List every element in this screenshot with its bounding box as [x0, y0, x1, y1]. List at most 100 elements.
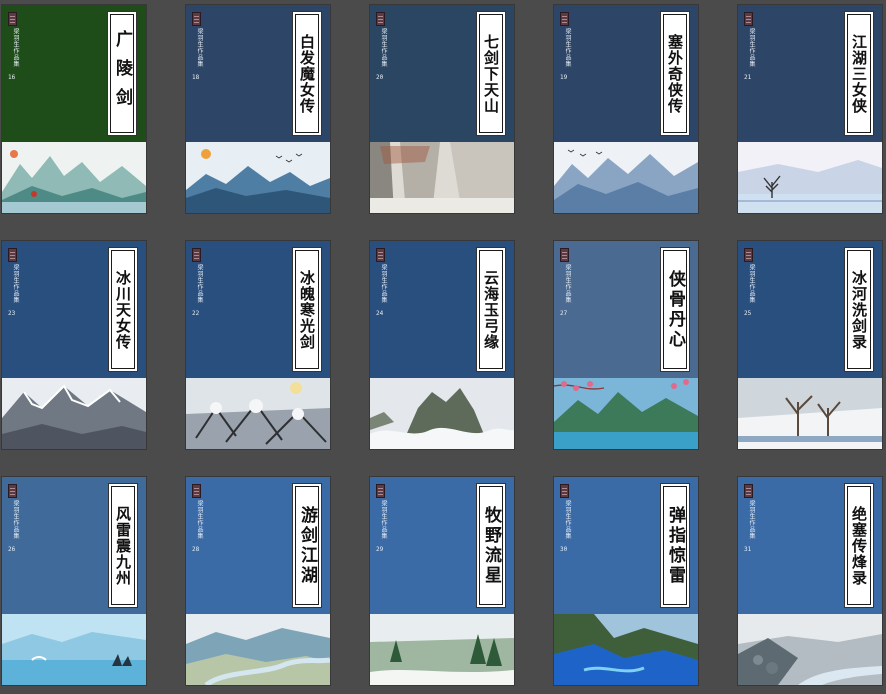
title-label-box: 牧野流星 — [479, 486, 503, 605]
book-title: 广陵剑 — [112, 30, 132, 117]
volume-number: 25 — [744, 310, 752, 317]
volume-number: 20 — [376, 74, 384, 81]
book-cover[interactable]: 梁羽生作品集 21 江湖三女侠 — [738, 5, 882, 213]
volume-number: 22 — [192, 310, 200, 317]
title-label-box: 冰河洗剑录 — [847, 250, 871, 369]
landscape-image — [554, 142, 698, 213]
publisher-seal-icon — [744, 484, 753, 498]
cover-illustration — [2, 142, 146, 213]
publisher-seal-icon — [560, 12, 569, 26]
landscape-image — [554, 378, 698, 449]
volume-number: 31 — [744, 546, 752, 553]
cover-background: 梁羽生作品集 28 游剑江湖 — [186, 477, 330, 614]
book-title: 弹指惊雷 — [665, 505, 685, 586]
book-cover[interactable]: 梁羽生作品集 18 白发魔女传 — [186, 5, 330, 213]
cover-illustration — [186, 614, 330, 685]
publisher-seal-icon — [192, 484, 201, 498]
book-cover[interactable]: 梁羽生作品集 26 风雷震九州 — [2, 477, 146, 685]
series-label: 梁羽生作品集 — [12, 500, 19, 539]
title-label-box: 绝塞传烽录 — [847, 486, 871, 605]
cover-illustration — [738, 142, 882, 213]
cover-background: 梁羽生作品集 18 白发魔女传 — [186, 5, 330, 142]
title-label-box: 侠骨丹心 — [663, 250, 687, 369]
cover-background: 梁羽生作品集 21 江湖三女侠 — [738, 5, 882, 142]
cover-illustration — [370, 142, 514, 213]
book-title: 冰川天女传 — [114, 269, 132, 350]
book-cover[interactable]: 梁羽生作品集 25 冰河洗剑录 — [738, 241, 882, 449]
volume-number: 24 — [376, 310, 384, 317]
publisher-seal-icon — [8, 484, 17, 498]
landscape-image — [738, 614, 882, 685]
cover-background: 梁羽生作品集 16 广陵剑 — [2, 5, 146, 142]
volume-number: 27 — [560, 310, 568, 317]
cover-illustration — [554, 614, 698, 685]
publisher-seal-icon — [8, 12, 17, 26]
series-label: 梁羽生作品集 — [748, 28, 755, 67]
cover-background: 梁羽生作品集 26 风雷震九州 — [2, 477, 146, 614]
book-cover[interactable]: 梁羽生作品集 22 冰魄寒光剑 — [186, 241, 330, 449]
series-label: 梁羽生作品集 — [196, 500, 203, 539]
publisher-seal-icon — [192, 12, 201, 26]
cover-illustration — [738, 614, 882, 685]
volume-number: 18 — [192, 74, 200, 81]
cover-background: 梁羽生作品集 31 绝塞传烽录 — [738, 477, 882, 614]
landscape-image — [2, 142, 146, 213]
volume-number: 26 — [8, 546, 16, 553]
series-label: 梁羽生作品集 — [564, 28, 571, 67]
cover-background: 梁羽生作品集 27 侠骨丹心 — [554, 241, 698, 378]
series-label: 梁羽生作品集 — [196, 264, 203, 303]
book-cover[interactable]: 梁羽生作品集 24 云海玉弓缘 — [370, 241, 514, 449]
series-label: 梁羽生作品集 — [748, 264, 755, 303]
landscape-image — [370, 614, 514, 685]
book-cover[interactable]: 梁羽生作品集 16 广陵剑 — [2, 5, 146, 213]
volume-number: 30 — [560, 546, 568, 553]
cover-background: 梁羽生作品集 20 七剑下天山 — [370, 5, 514, 142]
book-cover[interactable]: 梁羽生作品集 31 绝塞传烽录 — [738, 477, 882, 685]
landscape-image — [2, 378, 146, 449]
publisher-seal-icon — [192, 248, 201, 262]
title-label-box: 冰川天女传 — [111, 250, 135, 369]
book-cover[interactable]: 梁羽生作品集 29 牧野流星 — [370, 477, 514, 685]
title-label-box: 冰魄寒光剑 — [295, 250, 319, 369]
title-label-box: 游剑江湖 — [295, 486, 319, 605]
landscape-image — [2, 614, 146, 685]
book-cover[interactable]: 梁羽生作品集 23 冰川天女传 — [2, 241, 146, 449]
publisher-seal-icon — [376, 484, 385, 498]
title-label-box: 弹指惊雷 — [663, 486, 687, 605]
publisher-seal-icon — [560, 484, 569, 498]
cover-background: 梁羽生作品集 30 弹指惊雷 — [554, 477, 698, 614]
title-label-box: 风雷震九州 — [111, 486, 135, 605]
volume-number: 21 — [744, 74, 752, 81]
series-label: 梁羽生作品集 — [12, 264, 19, 303]
book-cover[interactable]: 梁羽生作品集 19 塞外奇侠传 — [554, 5, 698, 213]
book-title: 云海玉弓缘 — [482, 269, 500, 350]
book-title: 风雷震九州 — [114, 505, 132, 586]
cover-illustration — [370, 378, 514, 449]
title-label-box: 广陵剑 — [110, 14, 134, 133]
book-cover[interactable]: 梁羽生作品集 28 游剑江湖 — [186, 477, 330, 685]
volume-number: 29 — [376, 546, 384, 553]
landscape-image — [554, 614, 698, 685]
cover-illustration — [2, 378, 146, 449]
title-label-box: 江湖三女侠 — [847, 14, 871, 133]
book-cover[interactable]: 梁羽生作品集 20 七剑下天山 — [370, 5, 514, 213]
landscape-image — [186, 142, 330, 213]
landscape-image — [370, 142, 514, 213]
landscape-image — [738, 142, 882, 213]
cover-background: 梁羽生作品集 24 云海玉弓缘 — [370, 241, 514, 378]
title-label-box: 白发魔女传 — [295, 14, 319, 133]
series-label: 梁羽生作品集 — [564, 264, 571, 303]
book-title: 绝塞传烽录 — [850, 505, 868, 586]
volume-number: 16 — [8, 74, 16, 81]
landscape-image — [186, 614, 330, 685]
landscape-image — [738, 378, 882, 449]
title-label-box: 塞外奇侠传 — [663, 14, 687, 133]
volume-number: 23 — [8, 310, 16, 317]
book-cover[interactable]: 梁羽生作品集 30 弹指惊雷 — [554, 477, 698, 685]
cover-illustration — [370, 614, 514, 685]
volume-number: 28 — [192, 546, 200, 553]
book-cover[interactable]: 梁羽生作品集 27 侠骨丹心 — [554, 241, 698, 449]
series-label: 梁羽生作品集 — [380, 500, 387, 539]
series-label: 梁羽生作品集 — [196, 28, 203, 67]
cover-background: 梁羽生作品集 23 冰川天女传 — [2, 241, 146, 378]
